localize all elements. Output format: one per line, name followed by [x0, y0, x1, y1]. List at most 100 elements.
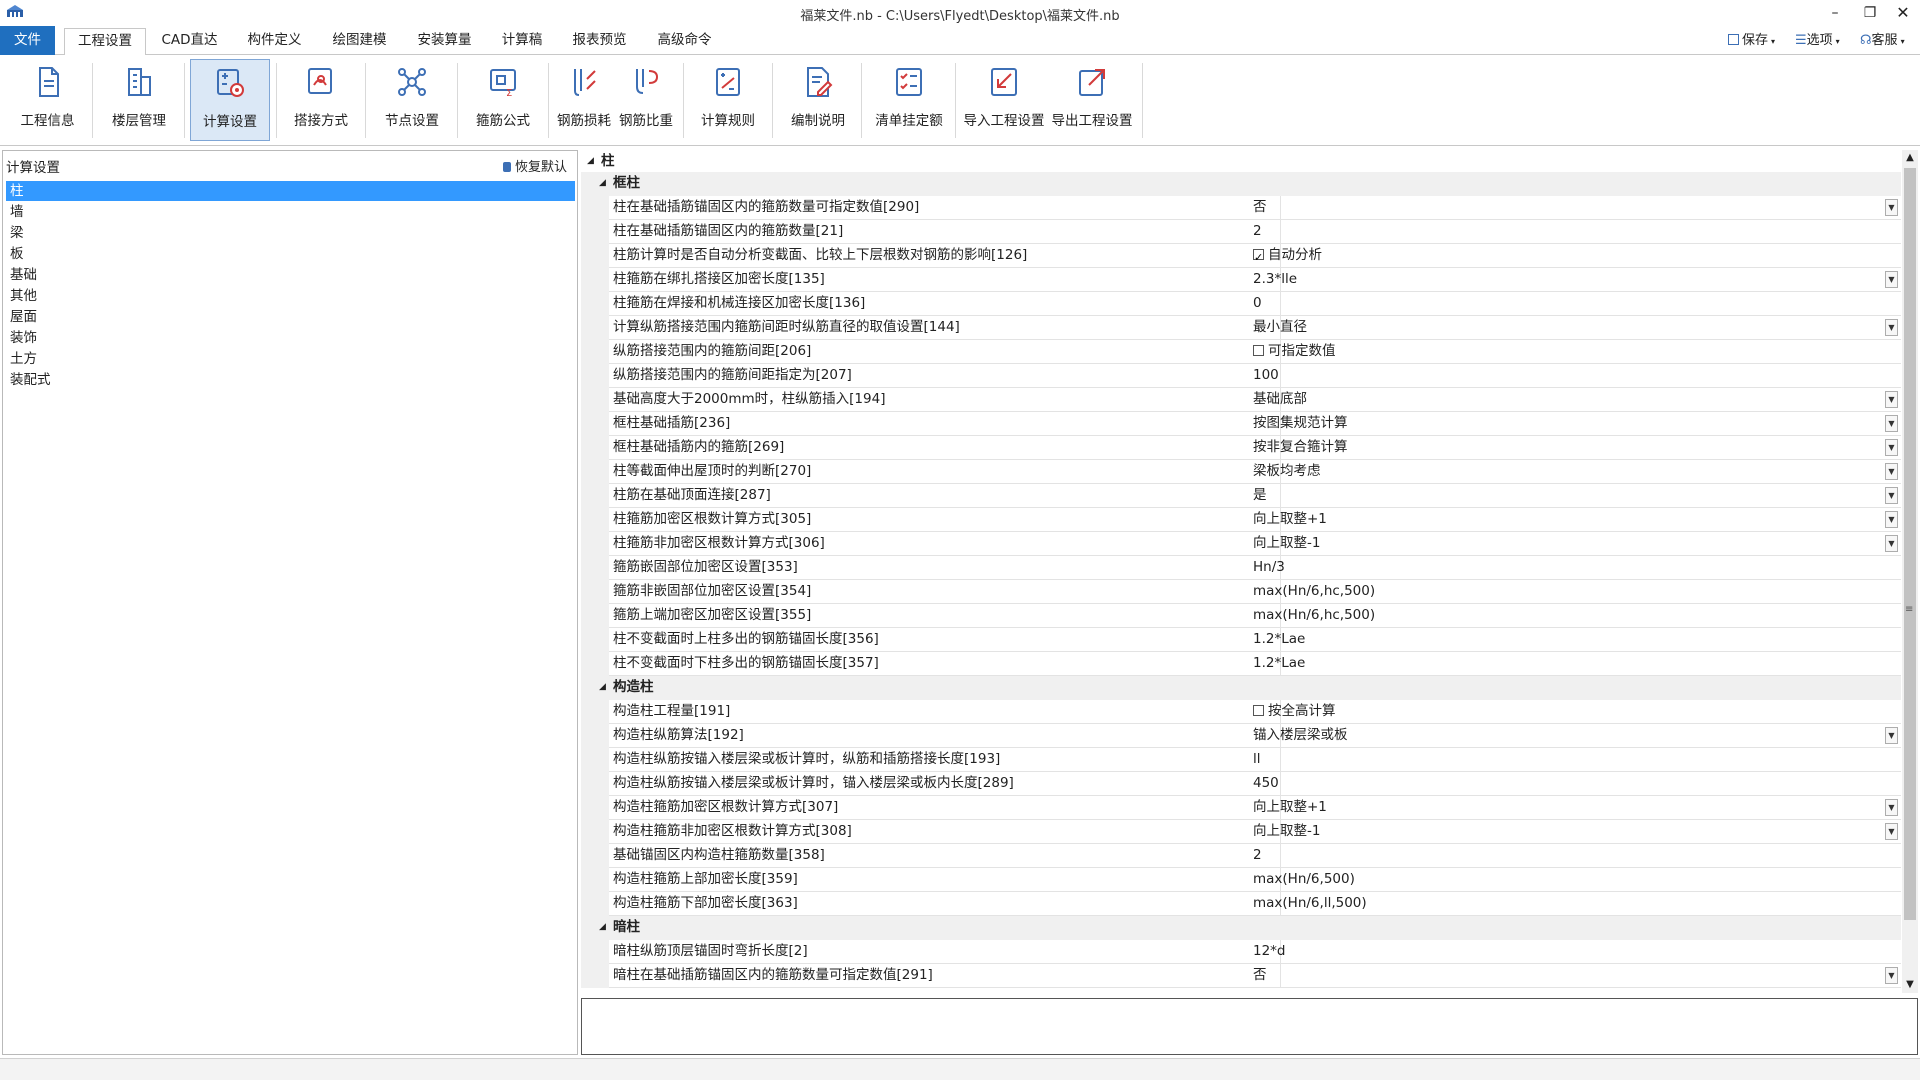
checkbox-unchecked-icon[interactable]	[1253, 705, 1264, 716]
property-text-value[interactable]: ll	[1253, 748, 1883, 772]
property-row[interactable]: 构造柱箍筋加密区根数计算方式[307] 向上取整+1 ▼	[581, 796, 1901, 820]
checkbox-unchecked-icon[interactable]	[1253, 345, 1264, 356]
property-text-value[interactable]: max(Hn/6,hc,500)	[1253, 604, 1883, 628]
dropdown-arrow-icon[interactable]: ▼	[1885, 415, 1898, 432]
property-text-value[interactable]: 1.2*Lae	[1253, 652, 1883, 676]
ribbon-button-calc-settings[interactable]: 计算设置	[190, 59, 270, 141]
property-row[interactable]: 构造柱纵筋按锚入楼层梁或板计算时，锚入楼层梁或板内长度[289] 450	[581, 772, 1901, 796]
category-item-beam[interactable]: 梁	[6, 223, 575, 243]
property-row[interactable]: 柱箍筋加密区根数计算方式[305] 向上取整+1 ▼	[581, 508, 1901, 532]
property-row[interactable]: 柱筋计算时是否自动分析变截面、比较上下层根数对钢筋的影响[126]自动分析	[581, 244, 1901, 269]
vertical-scrollbar[interactable]: ▲ ≡ ▼	[1902, 150, 1918, 993]
property-row[interactable]: 纵筋搭接范围内的箍筋间距指定为[207] 100	[581, 364, 1901, 388]
category-item-roof[interactable]: 屋面	[6, 307, 575, 327]
property-row[interactable]: 构造柱纵筋按锚入楼层梁或板计算时，纵筋和插筋搭接长度[193] ll	[581, 748, 1901, 772]
options-menu[interactable]: ☰选项 ▾	[1795, 30, 1840, 52]
property-row[interactable]: 构造柱纵筋算法[192] 锚入楼层梁或板 ▼	[581, 724, 1901, 748]
property-text-value[interactable]: 2	[1253, 844, 1883, 868]
dropdown-arrow-icon[interactable]: ▼	[1885, 799, 1898, 816]
dropdown-arrow-icon[interactable]: ▼	[1885, 823, 1898, 840]
restore-default-button[interactable]: 恢复默认	[503, 156, 567, 175]
dropdown-arrow-icon[interactable]: ▼	[1885, 487, 1898, 504]
property-row[interactable]: 构造柱箍筋非加密区根数计算方式[308] 向上取整-1 ▼	[581, 820, 1901, 844]
ribbon-button-floor-management[interactable]: 楼层管理	[100, 59, 178, 141]
property-row[interactable]: 构造柱工程量[191] 按全高计算	[581, 700, 1901, 724]
property-row[interactable]: 柱在基础插筋锚固区内的箍筋数量[21] 2	[581, 220, 1901, 244]
property-checkbox[interactable]: 可指定数值	[1253, 340, 1883, 364]
dropdown-arrow-icon[interactable]: ▼	[1885, 439, 1898, 456]
category-item-decoration[interactable]: 装饰	[6, 328, 575, 348]
menu-tab-component-def[interactable]: 构件定义	[237, 28, 312, 55]
menu-tab-drawing[interactable]: 绘图建模	[322, 28, 397, 55]
property-text-value[interactable]: max(Hn/6,500)	[1253, 868, 1883, 892]
property-text-value[interactable]: 0	[1253, 292, 1883, 316]
ribbon-button-project-info[interactable]: 工程信息	[10, 59, 85, 141]
property-dropdown-value[interactable]: 向上取整+1	[1253, 508, 1883, 532]
maximize-button[interactable]: ❐	[1855, 3, 1885, 23]
category-item-prefab[interactable]: 装配式	[6, 370, 575, 390]
property-row[interactable]: 柱箍筋在绑扎搭接区加密长度[135] 2.3*lle ▼	[581, 268, 1901, 292]
property-dropdown-value[interactable]: 2.3*lle	[1253, 268, 1883, 292]
ribbon-button-list-quota[interactable]: 清单挂定额	[868, 59, 950, 141]
property-dropdown-value[interactable]: 否	[1253, 196, 1883, 220]
menu-tab-file[interactable]: 文件	[0, 26, 55, 55]
menu-tab-install[interactable]: 安装算量	[407, 28, 482, 55]
property-row[interactable]: 框柱基础插筋[236] 按图集规范计算 ▼	[581, 412, 1901, 436]
property-text-value[interactable]: 1.2*Lae	[1253, 628, 1883, 652]
property-dropdown-value[interactable]: 否	[1253, 964, 1883, 988]
property-dropdown-value[interactable]: 梁板均考虑	[1253, 460, 1883, 484]
category-item-column[interactable]: 柱	[6, 181, 575, 201]
scroll-up-arrow-icon[interactable]: ▲	[1902, 150, 1918, 166]
menu-tab-calc-draft[interactable]: 计算稿	[492, 28, 552, 55]
grid-root-category[interactable]: ◢ 柱	[581, 150, 1901, 172]
property-row[interactable]: 柱箍筋非加密区根数计算方式[306] 向上取整-1 ▼	[581, 532, 1901, 556]
service-menu[interactable]: ☊客服 ▾	[1860, 30, 1905, 52]
scroll-thumb[interactable]	[1904, 168, 1916, 920]
property-text-value[interactable]: 2	[1253, 220, 1883, 244]
property-text-value[interactable]: max(Hn/6,hc,500)	[1253, 580, 1883, 604]
property-dropdown-value[interactable]: 向上取整-1	[1253, 532, 1883, 556]
grid-category[interactable]: ◢ 构造柱	[581, 676, 1901, 700]
property-checkbox[interactable]: 自动分析	[1253, 244, 1883, 269]
scroll-down-arrow-icon[interactable]: ▼	[1902, 977, 1918, 993]
property-row[interactable]: 暗柱纵筋顶层锚固时弯折长度[2] 12*d	[581, 940, 1901, 964]
ribbon-button-stirrup-formula[interactable]: Σ 箍筋公式	[464, 59, 542, 141]
property-text-value[interactable]: max(Hn/6,ll,500)	[1253, 892, 1883, 916]
dropdown-arrow-icon[interactable]: ▼	[1885, 967, 1898, 984]
menu-tab-cad[interactable]: CAD直达	[152, 28, 227, 55]
minimize-button[interactable]: –	[1820, 3, 1850, 23]
close-button[interactable]: ✕	[1888, 3, 1918, 23]
category-item-other[interactable]: 其他	[6, 286, 575, 306]
property-dropdown-value[interactable]: 基础底部	[1253, 388, 1883, 412]
property-dropdown-value[interactable]: 向上取整-1	[1253, 820, 1883, 844]
grid-category[interactable]: ◢ 暗柱	[581, 916, 1901, 940]
checkbox-checked-icon[interactable]	[1253, 246, 1264, 269]
category-item-slab[interactable]: 板	[6, 244, 575, 264]
property-dropdown-value[interactable]: 锚入楼层梁或板	[1253, 724, 1883, 748]
ribbon-button-lap-joint[interactable]: 搭接方式	[283, 59, 359, 141]
category-item-wall[interactable]: 墙	[6, 202, 575, 222]
property-row[interactable]: 基础高度大于2000mm时，柱纵筋插入[194] 基础底部 ▼	[581, 388, 1901, 412]
property-row[interactable]: 柱不变截面时下柱多出的钢筋锚固长度[357] 1.2*Lae	[581, 652, 1901, 676]
property-row[interactable]: 柱不变截面时上柱多出的钢筋锚固长度[356] 1.2*Lae	[581, 628, 1901, 652]
menu-tab-advanced[interactable]: 高级命令	[647, 28, 722, 55]
ribbon-button-node-settings[interactable]: 节点设置	[372, 59, 452, 141]
property-row[interactable]: 纵筋搭接范围内的箍筋间距[206] 可指定数值	[581, 340, 1901, 364]
property-text-value[interactable]: 450	[1253, 772, 1883, 796]
dropdown-arrow-icon[interactable]: ▼	[1885, 463, 1898, 480]
property-dropdown-value[interactable]: 最小直径	[1253, 316, 1883, 340]
property-checkbox[interactable]: 按全高计算	[1253, 700, 1883, 724]
property-dropdown-value[interactable]: 向上取整+1	[1253, 796, 1883, 820]
property-dropdown-value[interactable]: 按图集规范计算	[1253, 412, 1883, 436]
property-row[interactable]: 柱箍筋在焊接和机械连接区加密长度[136] 0	[581, 292, 1901, 316]
property-row[interactable]: 箍筋嵌固部位加密区设置[353] Hn/3	[581, 556, 1901, 580]
grid-category[interactable]: ◢ 框柱	[581, 172, 1901, 196]
property-row[interactable]: 计算纵筋搭接范围内箍筋间距时纵筋直径的取值设置[144] 最小直径 ▼	[581, 316, 1901, 340]
property-text-value[interactable]: Hn/3	[1253, 556, 1883, 580]
property-row[interactable]: 箍筋非嵌固部位加密区设置[354] max(Hn/6,hc,500)	[581, 580, 1901, 604]
property-row[interactable]: 柱筋在基础顶面连接[287] 是 ▼	[581, 484, 1901, 508]
category-item-foundation[interactable]: 基础	[6, 265, 575, 285]
property-text-value[interactable]: 100	[1253, 364, 1883, 388]
property-dropdown-value[interactable]: 是	[1253, 484, 1883, 508]
ribbon-button-import-settings[interactable]: 导入工程设置	[960, 59, 1048, 141]
